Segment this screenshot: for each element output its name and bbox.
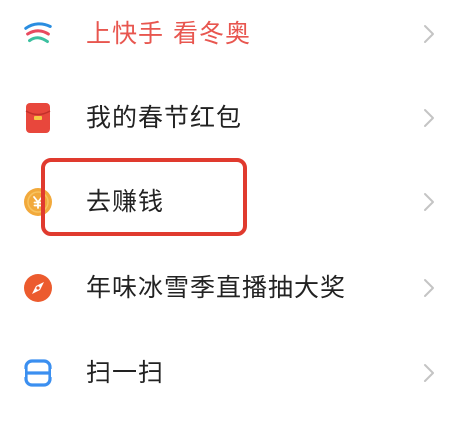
menu-item-live-lottery[interactable]: 年味冰雪季直播抽大奖 [0,246,468,330]
menu-item-label: 上快手 看冬奥 [86,19,251,48]
compass-icon [22,272,54,304]
chevron-right-icon [424,364,434,382]
menu-item-label: 去赚钱 [86,187,165,216]
menu-item-label: 扫一扫 [86,358,165,387]
scan-icon [22,357,54,389]
chevron-right-icon [424,279,434,297]
chevron-right-icon [424,109,434,127]
menu-item-label: 年味冰雪季直播抽大奖 [86,273,347,302]
winter-olympics-logo-icon [22,18,54,50]
red-envelope-icon [22,102,54,134]
menu-item-earn-money[interactable]: 去赚钱 [0,160,468,244]
chevron-right-icon [424,25,434,43]
chevron-right-icon [424,193,434,211]
menu-item-winter-olympics[interactable]: 上快手 看冬奥 [0,0,468,76]
menu-item-spring-red-envelope[interactable]: 我的春节红包 [0,76,468,160]
menu-item-scan[interactable]: 扫一扫 [0,331,468,415]
menu-list: 上快手 看冬奥 我的春节红包 去赚钱 年味冰雪季直播抽大奖 扫一扫 [0,0,468,426]
gold-coin-icon [22,186,54,218]
menu-item-label: 我的春节红包 [86,103,243,132]
